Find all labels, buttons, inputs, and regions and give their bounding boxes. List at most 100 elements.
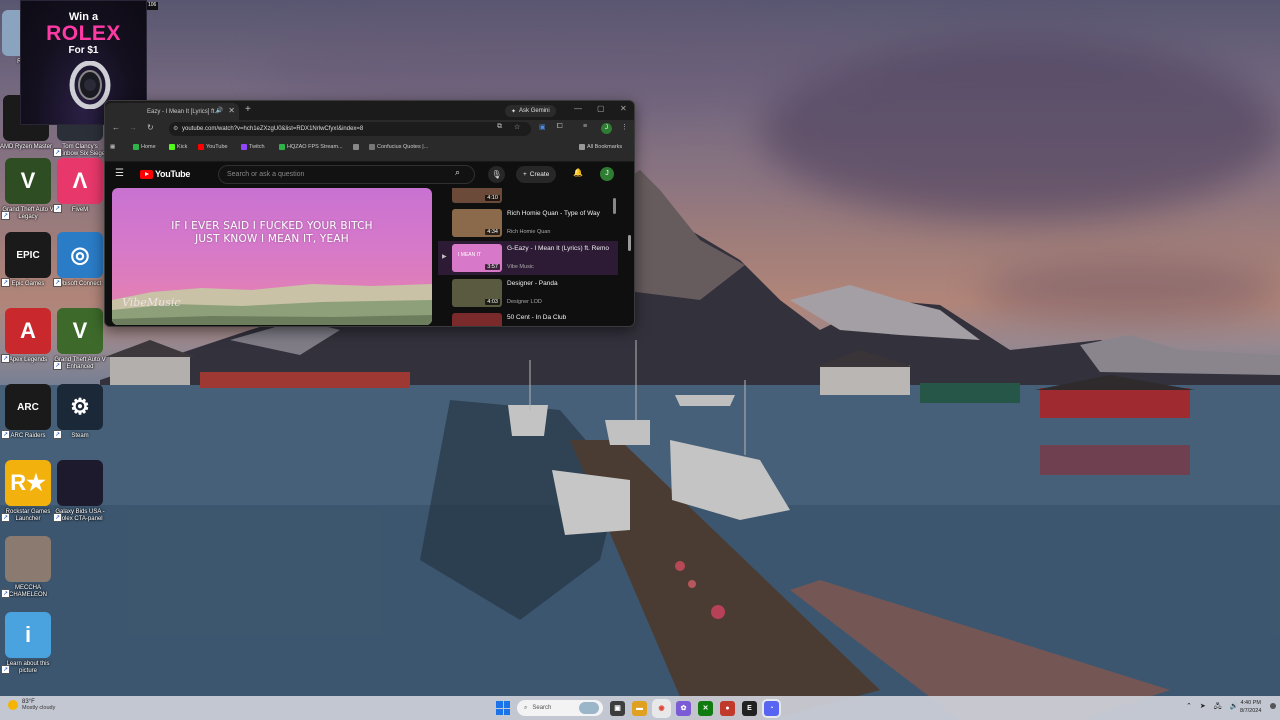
volume-icon[interactable]: 🔊 — [1230, 702, 1239, 713]
playlist-item[interactable]: 4:34 Rich Homie Quan - Type of Way Rich Ho… — [438, 206, 618, 240]
close-window-button[interactable]: ✕ — [620, 104, 627, 113]
desktop-icon[interactable]: A Apex Legends ↗ — [0, 308, 56, 364]
chevron-up-icon[interactable]: ⌃ — [1186, 702, 1192, 713]
bookmark-label: Kick — [177, 144, 188, 150]
discord-icon[interactable]: ◔ — [764, 700, 779, 716]
video-lyrics-text: IF I EVER SAID I FUCKED YOUR BITCH JUST K… — [112, 220, 432, 246]
site-info-icon[interactable]: ⚙ — [173, 125, 178, 132]
bookmark-favicon-icon — [369, 144, 375, 150]
duration-badge: 3:57 — [485, 264, 500, 270]
steam-tray-icon[interactable]: ● — [720, 700, 735, 716]
extension-icon[interactable]: ▣ — [539, 123, 546, 131]
shortcut-arrow-icon: ↗ — [53, 278, 62, 287]
copilot-icon[interactable]: ✿ — [676, 700, 691, 716]
shortcut-arrow-icon: ↗ — [1, 513, 10, 522]
browser-tab[interactable]: Eazy - I Mean It [Lyrics] ft. 🔊 ✕ — [105, 103, 239, 120]
top-status-strip: 106 — [146, 2, 159, 10]
search-icon[interactable]: ⌕ — [455, 167, 460, 178]
back-icon[interactable]: ← — [112, 123, 120, 132]
reload-icon[interactable]: ↻ — [147, 123, 154, 132]
ask-gemini-button[interactable]: ✦ Ask Gemini — [505, 105, 556, 117]
bookmark-item[interactable]: All Bookmarks — [579, 144, 622, 150]
desktop-icon[interactable]: MECCHA CHAMELEON ↗ — [0, 536, 56, 599]
browser-window[interactable]: Eazy - I Mean It [Lyrics] ft. 🔊 ✕ + ✦ As… — [104, 100, 635, 327]
speaker-icon[interactable]: 🔊 — [216, 107, 223, 114]
task-view-icon[interactable]: ▣ — [610, 700, 625, 716]
xbox-icon[interactable]: ✕ — [698, 700, 713, 716]
desktop-icon[interactable]: EPIC Epic Games ↗ — [0, 232, 56, 288]
network-icon[interactable]: 🖧 — [1214, 702, 1222, 713]
lyric-line: IF I EVER SAID I FUCKED YOUR BITCH — [171, 220, 373, 232]
playlist-item[interactable]: ▶ I MEAN IT 3:57 G-Eazy - I Mean It (Lyrics… — [438, 241, 618, 275]
playlist-scrollbar[interactable] — [613, 192, 616, 322]
playlist-thumbnail: 4:03 — [452, 279, 502, 307]
desktop-icon[interactable]: ⚙ Steam ↗ — [52, 384, 108, 440]
notification-icon[interactable] — [1270, 703, 1276, 709]
file-explorer-icon[interactable]: ▬ — [632, 700, 647, 716]
notifications-bell-icon[interactable]: 🔔 — [573, 168, 583, 177]
bookmark-item[interactable] — [353, 144, 361, 150]
bookmark-label: Home — [141, 144, 156, 150]
clock-date: 8/7/2024 — [1240, 708, 1262, 714]
youtube-search-input[interactable]: Search or ask a question — [218, 165, 475, 184]
shortcut-arrow-icon: ↗ — [53, 361, 62, 370]
start-button[interactable] — [496, 701, 510, 715]
bookmark-label: Twitch — [249, 144, 265, 150]
ad-line-2: ROLEX — [46, 22, 121, 45]
bookmark-item[interactable]: Kick — [169, 144, 187, 150]
profile-avatar[interactable]: J — [601, 123, 612, 134]
youtube-avatar[interactable]: J — [600, 167, 614, 181]
playlist-thumbnail: 4:34 — [452, 209, 502, 237]
bookmark-item[interactable]: Confucius Quotes |... — [369, 144, 428, 150]
duration-badge: 4:03 — [485, 299, 500, 305]
youtube-logo[interactable]: YouTube — [140, 169, 190, 179]
desktop-icon[interactable]: Galaxy Bids USA - Rolex CTA-panel ↗ — [52, 460, 108, 523]
duration-badge: 4:34 — [485, 229, 500, 235]
page-scrollbar[interactable] — [627, 225, 632, 326]
desktop-icon[interactable]: V Grand Theft Auto V Legacy ↗ — [0, 158, 56, 221]
playlist-item[interactable]: 4:03 Designer - Panda Designer LOD — [438, 276, 618, 310]
install-app-icon[interactable]: ⧉ — [497, 123, 502, 131]
bookmark-star-icon[interactable]: ☆ — [514, 123, 520, 131]
maximize-button[interactable]: ▢ — [597, 104, 605, 113]
playlist-item[interactable]: 4:10 — [438, 188, 618, 206]
extensions-puzzle-icon[interactable]: ⧠ — [557, 123, 563, 131]
desktop-icon[interactable]: ◎ Ubisoft Connect ↗ — [52, 232, 108, 288]
shortcut-arrow-icon: ↗ — [53, 430, 62, 439]
desktop-icon[interactable]: Λ FiveM ↗ — [52, 158, 108, 214]
chrome-icon[interactable]: ◉ — [654, 700, 669, 716]
bookmark-item[interactable]: HQZAO FPS Stream... — [279, 144, 343, 150]
minimize-button[interactable]: — — [574, 104, 582, 113]
create-button[interactable]: + Create — [516, 166, 557, 183]
close-tab-icon[interactable]: ✕ — [228, 106, 235, 115]
playlist-item-title: Rich Homie Quan - Type of Way — [507, 210, 600, 217]
shortcut-arrow-icon: ↗ — [53, 513, 62, 522]
forward-icon[interactable]: → — [129, 123, 137, 132]
weather-widget[interactable]: 83°F Mostly cloudy — [8, 699, 55, 711]
video-player[interactable]: IF I EVER SAID I FUCKED YOUR BITCH JUST K… — [112, 188, 432, 325]
playlist-item[interactable]: 50 Cent - In Da Club — [438, 310, 618, 326]
apps-grid-icon[interactable]: ▦ — [110, 144, 115, 150]
clock[interactable]: 4:40 PM 8/7/2024 — [1240, 699, 1261, 715]
playlist-thumbnail: 4:10 — [452, 188, 502, 203]
hamburger-menu-icon[interactable]: ☰ — [115, 168, 124, 179]
epic-games-icon[interactable]: E — [742, 700, 757, 716]
url-field[interactable]: ⚙ youtube.com/watch?v=hch1eZXzgU0&list=R… — [169, 122, 531, 136]
bookmark-item[interactable]: Twitch — [241, 144, 265, 150]
microphone-icon[interactable]: 🎙 — [488, 166, 505, 183]
desktop-icon[interactable]: V Grand Theft Auto V Enhanced ↗ — [52, 308, 108, 371]
bookmark-item[interactable]: Home — [133, 144, 156, 150]
media-control-icon[interactable]: ≡ — [583, 123, 587, 130]
location-icon[interactable]: ➤ — [1200, 702, 1206, 713]
bookmark-favicon-icon — [198, 144, 204, 150]
new-tab-button[interactable]: + — [245, 104, 251, 115]
browser-menu-icon[interactable]: ⋮ — [621, 123, 628, 131]
playlist-thumbnail: I MEAN IT 3:57 — [452, 244, 502, 272]
desktop-icon[interactable]: R★ Rockstar Games Launcher ↗ — [0, 460, 56, 523]
url-text: youtube.com/watch?v=hch1eZXzgU0&list=RDX… — [182, 126, 364, 132]
ask-gemini-label: Ask Gemini — [519, 108, 550, 114]
taskbar-search[interactable]: ⌕ Search — [517, 700, 603, 716]
desktop-icon[interactable]: i Learn about this picture ↗ — [0, 612, 56, 675]
desktop-icon[interactable]: ARC ARC Raiders ↗ — [0, 384, 56, 440]
bookmark-item[interactable]: YouTube — [198, 144, 228, 150]
